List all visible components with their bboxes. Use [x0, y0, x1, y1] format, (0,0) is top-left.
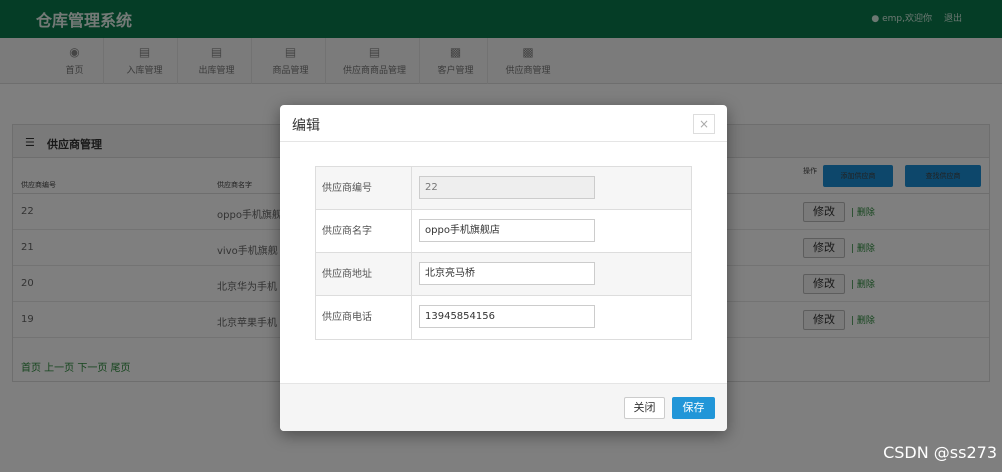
supplier-id-field: 22	[419, 176, 595, 199]
field-label: 供应商电话	[316, 296, 412, 339]
field-label: 供应商地址	[316, 253, 412, 296]
edit-form: 供应商编号 22 供应商名字 oppo手机旗舰店 供应商地址 北京亮马桥 供应商…	[315, 166, 692, 340]
watermark: CSDN @ss273	[883, 443, 997, 462]
form-row-phone: 供应商电话 13945854156	[316, 296, 691, 339]
edit-modal: 编辑 × 供应商编号 22 供应商名字 oppo手机旗舰店 供应商地址 北京亮马…	[280, 105, 727, 431]
modal-header: 编辑 ×	[280, 105, 727, 142]
form-row-name: 供应商名字 oppo手机旗舰店	[316, 210, 691, 253]
field-label: 供应商编号	[316, 167, 412, 210]
field-label: 供应商名字	[316, 210, 412, 253]
save-button[interactable]: 保存	[672, 397, 715, 419]
supplier-name-field[interactable]: oppo手机旗舰店	[419, 219, 595, 242]
form-row-address: 供应商地址 北京亮马桥	[316, 253, 691, 296]
supplier-address-field[interactable]: 北京亮马桥	[419, 262, 595, 285]
close-icon[interactable]: ×	[693, 114, 715, 134]
close-button[interactable]: 关闭	[624, 397, 665, 419]
modal-title: 编辑	[292, 118, 320, 134]
modal-footer: 关闭 保存	[280, 383, 727, 431]
form-row-id: 供应商编号 22	[316, 167, 691, 210]
supplier-phone-field[interactable]: 13945854156	[419, 305, 595, 328]
